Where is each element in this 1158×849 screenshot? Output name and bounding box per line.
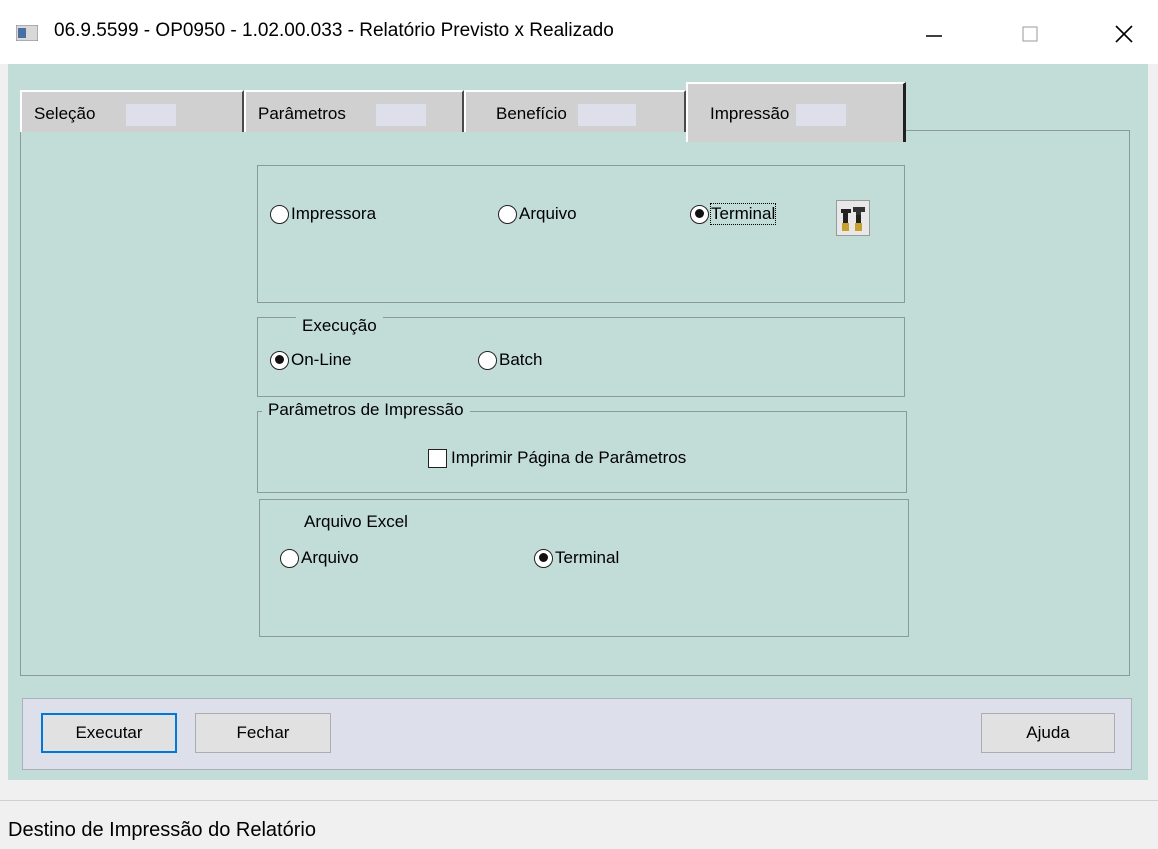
radio-arquivo-indicator bbox=[498, 204, 517, 224]
tab-selecao-label: Seleção bbox=[34, 104, 96, 123]
radio-terminal-indicator bbox=[690, 204, 709, 224]
radio-online-indicator bbox=[270, 350, 289, 370]
execucao-legend: Execução bbox=[296, 316, 383, 336]
radio-batch[interactable]: Batch bbox=[478, 350, 542, 370]
radio-excel-terminal[interactable]: Terminal bbox=[534, 548, 619, 568]
radio-impressora-label: Impressora bbox=[291, 204, 377, 223]
tab-impressao-label: Impressão bbox=[710, 104, 790, 123]
parametros-impressao-legend: Parâmetros de Impressão bbox=[262, 400, 470, 420]
radio-arquivo[interactable]: Arquivo bbox=[498, 204, 577, 224]
status-bar: Destino de Impressão do Relatório bbox=[0, 800, 1158, 849]
close-button[interactable] bbox=[1094, 14, 1154, 54]
maximize-icon bbox=[1022, 26, 1038, 42]
executar-button[interactable]: Executar bbox=[41, 713, 177, 753]
status-text: Destino de Impressão do Relatório bbox=[8, 819, 316, 841]
tab-beneficio-label: Benefício bbox=[496, 104, 567, 123]
radio-excel-arquivo-label: Arquivo bbox=[301, 548, 359, 567]
tab-beneficio[interactable]: Benefício bbox=[464, 90, 686, 132]
radio-excel-terminal-label: Terminal bbox=[555, 548, 620, 567]
execucao-group: Execução On-Line Batch bbox=[257, 316, 905, 397]
tab-parametros[interactable]: Parâmetros bbox=[244, 90, 464, 132]
ajuda-button[interactable]: Ajuda bbox=[981, 713, 1115, 753]
arquivo-excel-group: Arquivo Excel Arquivo Terminal bbox=[259, 499, 909, 637]
tab-impressao[interactable]: Impressão bbox=[686, 82, 906, 142]
imprimir-parametros-checkbox[interactable]: Imprimir Página de Parâmetros bbox=[428, 448, 686, 468]
tab-panel-impressao: Impressora Arquivo Terminal Execução On-… bbox=[20, 130, 1130, 676]
config-button[interactable] bbox=[836, 200, 870, 236]
close-icon bbox=[1115, 25, 1133, 43]
tab-selecao-highlight bbox=[126, 104, 176, 126]
radio-batch-label: Batch bbox=[499, 350, 543, 369]
imprimir-parametros-box bbox=[428, 448, 447, 468]
fechar-button[interactable]: Fechar bbox=[195, 713, 331, 753]
parametros-impressao-group: Parâmetros de Impressão Imprimir Página … bbox=[257, 400, 907, 493]
maximize-button[interactable] bbox=[1000, 14, 1060, 54]
tab-beneficio-highlight bbox=[578, 104, 636, 126]
button-bar: Executar Fechar Ajuda bbox=[22, 698, 1132, 770]
window-title: 06.9.5599 - OP0950 - 1.02.00.033 - Relat… bbox=[54, 20, 614, 41]
tools-icon bbox=[841, 207, 865, 231]
minimize-button[interactable] bbox=[904, 14, 964, 54]
destino-group: Impressora Arquivo Terminal bbox=[257, 165, 905, 303]
client-area: Impressora Arquivo Terminal Execução On-… bbox=[8, 64, 1148, 780]
radio-online-label: On-Line bbox=[291, 350, 352, 369]
radio-excel-arquivo-indicator bbox=[280, 548, 299, 568]
radio-online[interactable]: On-Line bbox=[270, 350, 351, 370]
radio-impressora[interactable]: Impressora bbox=[270, 204, 376, 224]
radio-excel-arquivo[interactable]: Arquivo bbox=[280, 548, 359, 568]
radio-excel-terminal-indicator bbox=[534, 548, 553, 568]
arquivo-excel-legend: Arquivo Excel bbox=[298, 512, 414, 532]
radio-arquivo-label: Arquivo bbox=[519, 204, 577, 223]
radio-terminal[interactable]: Terminal bbox=[690, 203, 777, 225]
tab-impressao-highlight bbox=[796, 104, 846, 126]
tab-parametros-label: Parâmetros bbox=[258, 104, 346, 123]
imprimir-parametros-label: Imprimir Página de Parâmetros bbox=[451, 448, 687, 467]
tab-selecao[interactable]: Seleção bbox=[20, 90, 244, 132]
radio-impressora-indicator bbox=[270, 204, 289, 224]
tab-parametros-highlight bbox=[376, 104, 426, 126]
title-bar: 06.9.5599 - OP0950 - 1.02.00.033 - Relat… bbox=[0, 0, 1158, 64]
app-icon bbox=[16, 25, 38, 41]
minimize-icon bbox=[926, 35, 942, 37]
radio-batch-indicator bbox=[478, 350, 497, 370]
radio-terminal-label: Terminal bbox=[709, 203, 777, 225]
